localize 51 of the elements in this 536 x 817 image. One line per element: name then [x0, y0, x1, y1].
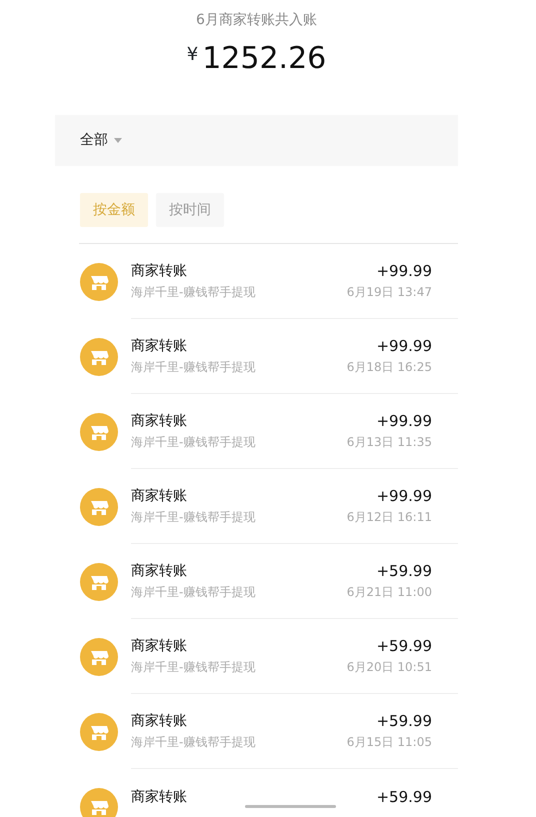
transaction-title: 商家转账: [131, 262, 188, 281]
currency-symbol: ¥: [186, 44, 198, 65]
transaction-amount: +99.99: [375, 336, 432, 356]
transaction-time: 6月13日 11:35: [346, 434, 432, 451]
transaction-time: 6月21日 11:00: [346, 584, 432, 601]
shop-icon: [80, 338, 118, 376]
transaction-time: 6月15日 11:05: [346, 734, 432, 751]
transaction-title: 商家转账: [131, 412, 188, 431]
transaction-title: 商家转账: [131, 487, 188, 506]
transaction-time: 6月19日 13:47: [346, 284, 432, 301]
shop-icon: [80, 412, 118, 450]
transaction-time: 6月20日 10:51: [346, 659, 432, 676]
transaction-row[interactable]: 商家转账 海岸千里-赚钱帮手提现 +99.99 6月13日 11:35: [55, 394, 458, 469]
transaction-amount: +99.99: [375, 261, 432, 281]
transaction-amount: +59.99: [376, 787, 432, 807]
caret-icon: [114, 138, 122, 143]
transaction-amount: +59.99: [375, 561, 432, 581]
transaction-time: 6月18日 16:25: [346, 359, 432, 376]
transaction-amount: +59.99: [375, 711, 432, 731]
transaction-amount: +99.99: [375, 486, 432, 506]
transaction-title: 商家转账: [131, 788, 187, 807]
transaction-row[interactable]: 商家转账 海岸千里-赚钱帮手提现 +99.99 6月12日 16:11: [55, 469, 458, 544]
shop-icon: [80, 562, 118, 600]
transaction-title: 商家转账: [131, 637, 188, 656]
transaction-row[interactable]: 商家转账 海岸千里-赚钱帮手提现 +59.99 6月21日 11:00: [55, 544, 458, 619]
transaction-description: 海岸千里-赚钱帮手提现: [131, 434, 256, 451]
transaction-row[interactable]: 商家转账 海岸千里-赚钱帮手提现 +59.99 6月15日 11:05: [55, 694, 458, 769]
transaction-title: 商家转账: [131, 712, 188, 731]
shop-icon: [80, 788, 118, 817]
transaction-title: 商家转账: [131, 337, 188, 356]
summary-title: 6月商家转账共入账: [195, 11, 318, 30]
transaction-description: 海岸千里-赚钱帮手提现: [131, 284, 256, 301]
transaction-amount: +59.99: [375, 636, 432, 656]
transaction-row[interactable]: 商家转账 海岸千里-赚钱帮手提现 +99.99 6月19日 13:47: [55, 244, 458, 319]
transaction-description: 海岸千里-赚钱帮手提现: [131, 359, 256, 376]
transaction-description: 海岸千里-赚钱帮手提现: [131, 659, 256, 676]
shop-icon: [80, 712, 118, 750]
transaction-title: 商家转账: [131, 562, 188, 581]
shop-icon: [80, 262, 118, 300]
shop-icon: [80, 488, 118, 526]
shop-icon: [80, 638, 118, 676]
transaction-row[interactable]: 商家转账 海岸千里-赚钱帮手提现 +59.99 6月20日 10:51: [55, 619, 458, 694]
transaction-amount: +99.99: [375, 411, 432, 431]
transaction-description: 海岸千里-赚钱帮手提现: [131, 509, 256, 526]
transaction-time: 6月12日 16:11: [346, 509, 432, 526]
transaction-description: 海岸千里-赚钱帮手提现: [131, 734, 256, 751]
home-indicator[interactable]: [245, 805, 336, 808]
filter-bar[interactable]: 全部: [55, 115, 458, 166]
total-amount: 1252.26: [202, 41, 326, 76]
transaction-row[interactable]: 商家转账 海岸千里-赚钱帮手提现 +99.99 6月18日 16:25: [55, 319, 458, 394]
transaction-description: 海岸千里-赚钱帮手提现: [131, 584, 256, 601]
